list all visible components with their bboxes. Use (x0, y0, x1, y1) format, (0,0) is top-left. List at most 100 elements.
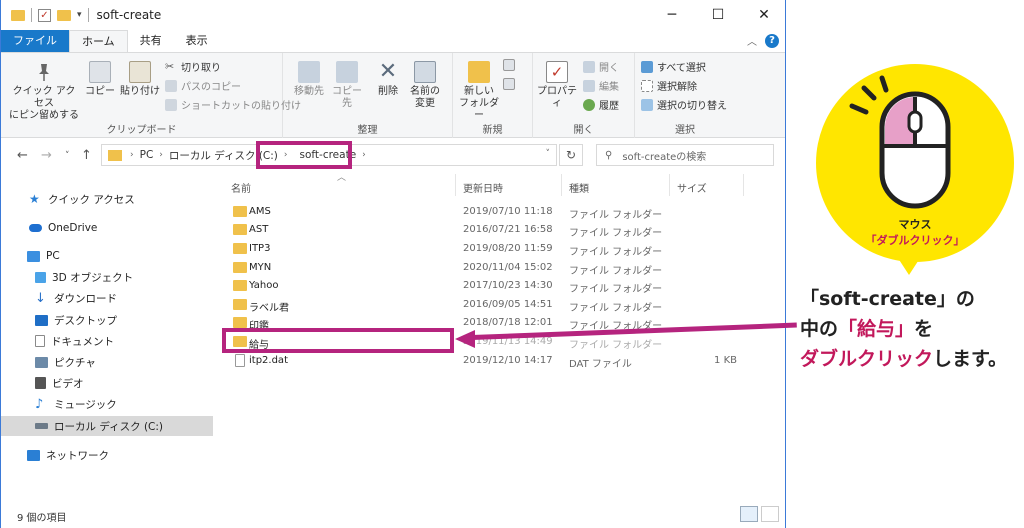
list-item[interactable]: AST 2016/07/21 16:58 ファイル フォルダー (219, 221, 743, 239)
new-item-button[interactable] (503, 59, 515, 71)
open-button[interactable]: 開く (583, 59, 619, 74)
properties-button[interactable]: ✓ プロパティ (535, 61, 579, 110)
history-label: 履歴 (599, 101, 619, 112)
delete-button[interactable]: ✕ 削除 (373, 61, 403, 98)
column-header-date[interactable]: 更新日時 (463, 180, 503, 195)
paste-shortcut-button[interactable]: ショートカットの貼り付け (165, 97, 301, 112)
copy-button[interactable]: コピー (83, 61, 117, 98)
sort-arrow-icon: ︿ (337, 173, 347, 183)
nav-label: デスクトップ (54, 314, 117, 327)
nav-item-network[interactable]: ネットワーク (1, 445, 213, 465)
select-none-button[interactable]: 選択解除 (641, 78, 697, 93)
invert-selection-button[interactable]: 選択の切り替え (641, 97, 727, 112)
file-type: ファイル フォルダー (569, 228, 663, 239)
easy-access-button[interactable] (503, 78, 515, 90)
nav-item-videos[interactable]: ビデオ (1, 373, 213, 393)
pin-quick-access-button[interactable]: クイック アクセス にピン留めする (9, 61, 79, 122)
file-date: 2016/07/21 16:58 (463, 224, 553, 235)
quick-access-toolbar: ✓ ▾ (1, 8, 89, 22)
window-controls: ─ ☐ ✕ (649, 0, 785, 30)
chevron-right-icon: › (159, 150, 163, 160)
collapse-ribbon-icon[interactable]: ︿ (747, 33, 757, 48)
maximize-button[interactable]: ☐ (695, 0, 741, 30)
nav-item-desktop[interactable]: デスクトップ (1, 310, 213, 330)
edit-icon (583, 79, 595, 92)
move-icon (298, 61, 320, 83)
document-icon (35, 335, 45, 347)
select-all-button[interactable]: すべて選択 (641, 59, 706, 74)
list-item[interactable]: itp2.dat 2019/12/10 14:17 DAT ファイル 1 KB (219, 352, 743, 370)
file-name: ラベル君 (249, 303, 289, 314)
nav-label: PC (46, 250, 60, 262)
picture-icon (35, 356, 48, 368)
back-arrow-icon[interactable]: ← (17, 148, 28, 163)
new-folder-button[interactable]: 新しい フォルダー (457, 61, 501, 122)
file-date: 2019/12/10 14:17 (463, 355, 553, 366)
new-folder-label: 新しい (464, 86, 494, 97)
clipboard-group: クイック アクセス にピン留めする コピー 貼り付け ✂ 切り取り パスのコピー (1, 53, 301, 139)
cut-button[interactable]: ✂ 切り取り (165, 59, 221, 74)
nav-item-quick-access[interactable]: ★ クイック アクセス (1, 189, 213, 209)
folder-icon (233, 299, 247, 310)
details-view-button[interactable] (740, 506, 758, 522)
edit-button[interactable]: 編集 (583, 78, 619, 93)
properties-check-icon[interactable]: ✓ (38, 8, 51, 22)
list-item[interactable]: ラベル君 2016/09/05 14:51 ファイル フォルダー (219, 296, 743, 314)
nav-item-pictures[interactable]: ピクチャ (1, 352, 213, 372)
nav-item-3d-objects[interactable]: 3D オブジェクト (1, 267, 213, 287)
large-icons-view-button[interactable] (761, 506, 779, 522)
forward-arrow-icon[interactable]: → (41, 148, 52, 163)
column-divider (455, 174, 456, 196)
paste-icon (129, 61, 151, 83)
chevron-down-icon[interactable]: ▾ (77, 10, 82, 20)
list-item[interactable]: AMS 2019/07/10 11:18 ファイル フォルダー (219, 203, 743, 221)
close-button[interactable]: ✕ (741, 0, 785, 30)
tab-home[interactable]: ホーム (69, 30, 128, 52)
refresh-button[interactable]: ↻ (559, 144, 583, 166)
navigation-pane: ★ クイック アクセス OneDrive PC 3D オブジェクト ↓ ダウンロ… (1, 172, 213, 502)
list-item[interactable]: ITP3 2019/08/20 11:59 ファイル フォルダー (219, 240, 743, 258)
list-item[interactable]: Yahoo 2017/10/23 14:30 ファイル フォルダー (219, 277, 743, 295)
tab-file[interactable]: ファイル (1, 30, 69, 52)
folder-icon (233, 262, 247, 273)
file-name: AST (249, 224, 269, 235)
move-to-button[interactable]: 移動先 (291, 61, 327, 98)
nav-item-pc[interactable]: PC (1, 246, 213, 266)
nav-item-documents[interactable]: ドキュメント (1, 331, 213, 351)
nav-item-music[interactable]: ♪ ミュージック (1, 394, 213, 414)
column-header-name[interactable]: 名前 (231, 180, 251, 195)
instruction-line-3b: します。 (933, 348, 1008, 370)
recent-locations-icon[interactable]: ˅ (65, 151, 70, 161)
nav-label: ダウンロード (54, 292, 117, 305)
new-folder-icon[interactable] (57, 9, 71, 21)
file-type: DAT ファイル (569, 359, 632, 370)
help-icon[interactable]: ? (765, 33, 779, 48)
delete-label: 削除 (378, 86, 398, 97)
minimize-button[interactable]: ─ (649, 0, 695, 30)
history-button[interactable]: 履歴 (583, 97, 619, 112)
chevron-down-icon[interactable]: ˅ (546, 149, 551, 159)
nav-item-local-disk[interactable]: ローカル ディスク (C:) (1, 416, 213, 436)
nav-item-downloads[interactable]: ↓ ダウンロード (1, 288, 213, 308)
tab-share[interactable]: 共有 (128, 30, 174, 52)
rename-button[interactable]: 名前の 変更 (407, 61, 443, 110)
copy-path-button[interactable]: パスのコピー (165, 78, 241, 93)
star-icon: ★ (29, 191, 40, 206)
up-arrow-icon[interactable]: ↑ (81, 148, 92, 163)
tab-view[interactable]: 表示 (174, 30, 220, 52)
list-item[interactable]: MYN 2020/11/04 15:02 ファイル フォルダー (219, 259, 743, 277)
mouse-action-label: 「ダブルクリック」 (865, 234, 965, 247)
new-group-label: 新規 (482, 125, 503, 136)
search-input[interactable]: ⚲ soft-createの検索 (596, 144, 774, 166)
select-group: すべて選択 選択解除 選択の切り替え 選択 (635, 53, 735, 139)
column-divider (561, 174, 562, 196)
breadcrumb-pc[interactable]: PC (140, 149, 154, 161)
copy-to-button[interactable]: コピー先 (329, 61, 365, 110)
address-row: ← → ˅ ↑ › PC › ローカル ディスク (C:) › soft-cre… (1, 138, 785, 172)
column-header-size[interactable]: サイズ (677, 180, 707, 195)
easy-access-icon (503, 78, 515, 90)
file-type: ファイル フォルダー (569, 284, 663, 295)
paste-button[interactable]: 貼り付け (119, 61, 161, 98)
column-header-type[interactable]: 種類 (569, 180, 589, 195)
nav-item-onedrive[interactable]: OneDrive (1, 218, 213, 238)
